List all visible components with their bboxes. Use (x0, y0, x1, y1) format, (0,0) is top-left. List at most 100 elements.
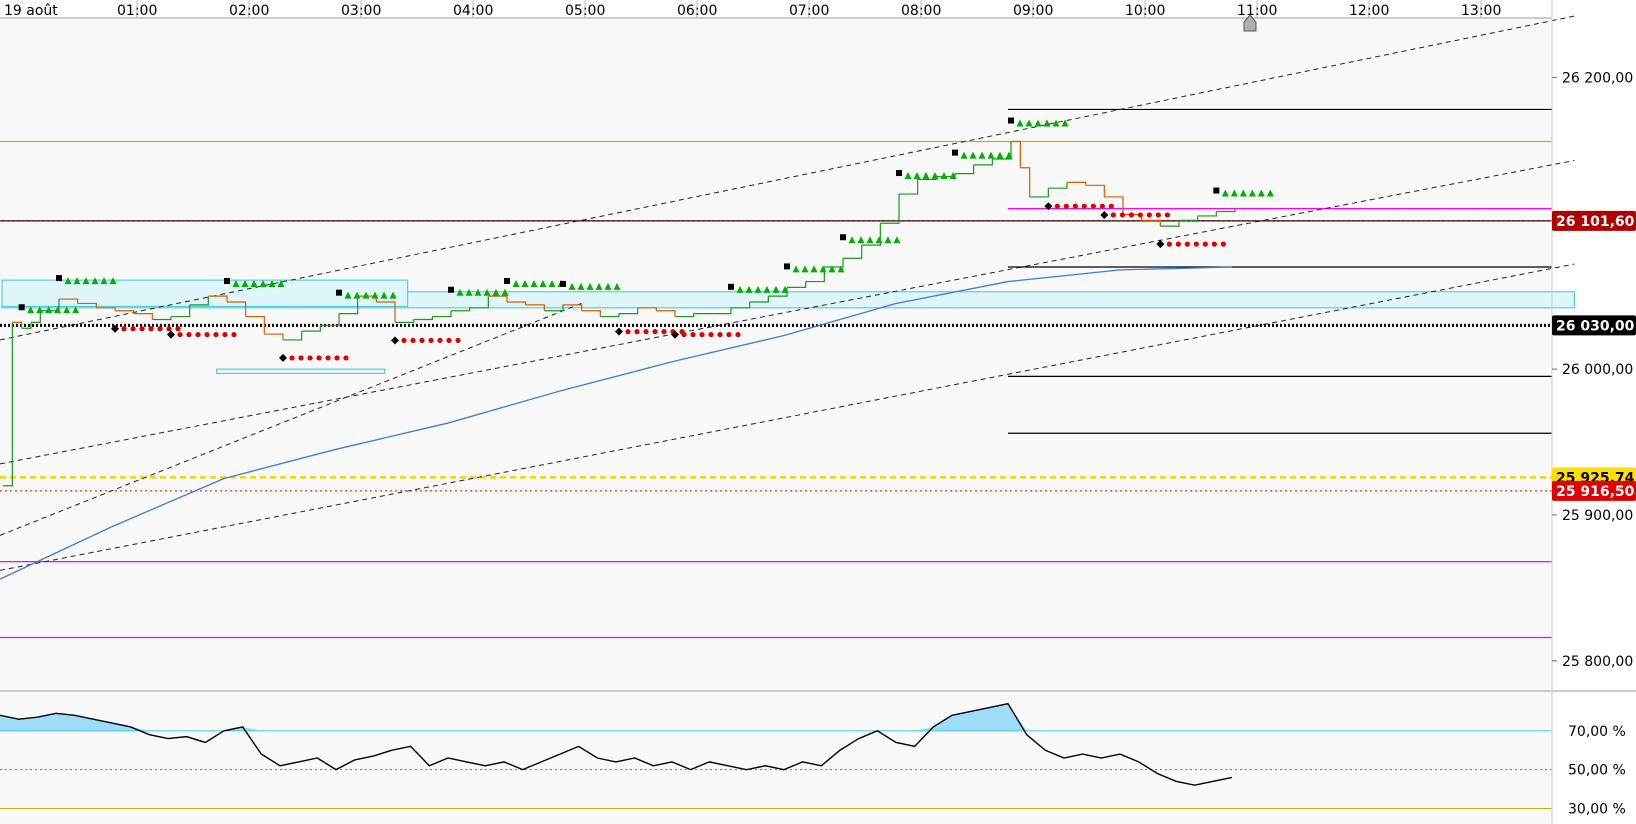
signal-square-53 (952, 149, 958, 156)
signal-down-dot (1155, 212, 1161, 218)
signal-down-dot (148, 326, 154, 332)
time-tick-label-9: 10:00 (1125, 3, 1165, 19)
time-tick-label-12: 13:00 (1461, 3, 1501, 19)
signal-down-dot (1184, 241, 1190, 247)
time-tick-label-5: 06:00 (677, 3, 717, 19)
signal-down-dot (343, 355, 349, 361)
signal-down-dot (446, 337, 452, 344)
signal-down-dot (1137, 212, 1143, 218)
signal-down-dot (419, 337, 425, 344)
signal-down-dot (334, 355, 340, 361)
time-tick-label-7: 08:00 (901, 3, 941, 19)
date-label: 19 août (4, 3, 58, 19)
signal-down-dot (1119, 212, 1125, 218)
signal-down-dot (1175, 241, 1181, 247)
signal-down-dot (625, 329, 631, 335)
signal-square-2 (18, 304, 25, 311)
price-tick-label-1: 26 000,00 (1562, 362, 1633, 378)
signal-down-dot (437, 337, 443, 344)
signal-down-dot (1220, 241, 1226, 247)
signal-down-dot (1054, 203, 1060, 209)
oscillator-tick-label-0: 70,00 % (1568, 724, 1626, 740)
signal-down-dot (298, 355, 304, 361)
signal-down-dot (717, 331, 723, 338)
signal-down-dot (1211, 241, 1217, 247)
price-badge-label-1: 26 030,00 (1556, 318, 1635, 334)
signal-down-dot (735, 331, 741, 338)
signal-down-dot (1090, 203, 1096, 209)
signal-square-29 (504, 277, 510, 284)
signal-square-50 (896, 170, 902, 177)
price-tick-label-0: 26 200,00 (1562, 70, 1633, 86)
signal-down-dot (1072, 203, 1078, 209)
signal-down-dot (1164, 212, 1170, 218)
time-tick-label-11: 12:00 (1349, 3, 1389, 19)
time-tick-label-10: 11:00 (1237, 3, 1277, 19)
signal-down-dot (139, 326, 145, 332)
signal-down-dot (643, 329, 649, 335)
signal-down-dot (325, 355, 331, 361)
price-pane[interactable] (0, 15, 1636, 692)
time-tick-label-3: 04:00 (453, 3, 493, 19)
signal-down-dot (316, 355, 322, 361)
signal-down-dot (121, 326, 127, 332)
signal-square-26 (448, 286, 454, 293)
signal-down-dot (166, 326, 172, 332)
signal-down-dot (699, 331, 705, 338)
signal-down-dot (1193, 241, 1199, 247)
signal-square-47 (840, 234, 846, 241)
signal-down-dot (410, 337, 416, 344)
signal-square-32 (560, 280, 566, 287)
time-tick-label-6: 07:00 (789, 3, 829, 19)
signal-down-dot (177, 331, 183, 338)
signal-down-dot (204, 331, 210, 338)
signal-square-68 (1213, 187, 1220, 194)
signal-down-dot (1146, 212, 1152, 218)
price-tick-label-3: 25 800,00 (1562, 654, 1633, 670)
time-tick-label-1: 02:00 (229, 3, 269, 19)
signal-down-dot (157, 326, 163, 332)
signal-down-dot (1128, 212, 1134, 218)
signal-down-dot (428, 337, 434, 344)
time-tick-label-8: 09:00 (1013, 3, 1053, 19)
signal-down-dot (1099, 203, 1105, 209)
signal-down-dot (289, 355, 295, 361)
time-tick-label-4: 05:00 (565, 3, 605, 19)
time-tick-label-2: 03:00 (341, 3, 381, 19)
signal-down-dot (1110, 212, 1116, 218)
oscillator-tick-label-2: 30,00 % (1568, 801, 1626, 817)
signal-down-dot (708, 331, 714, 338)
signal-square-20 (336, 289, 342, 296)
zone-1 (1, 279, 409, 307)
signal-down-dot (130, 326, 136, 332)
signal-down-dot (186, 331, 192, 338)
signal-down-dot (726, 331, 732, 338)
signal-down-dot (307, 355, 313, 361)
price-tick-label-2: 25 900,00 (1562, 508, 1633, 524)
signal-down-dot (175, 326, 181, 332)
signal-down-dot (652, 329, 658, 335)
signal-square-56 (1008, 117, 1014, 124)
signal-down-dot (681, 331, 687, 338)
signal-down-dot (455, 337, 461, 344)
signal-down-dot (1166, 241, 1172, 247)
oscillator-pane[interactable] (0, 692, 1552, 824)
signal-down-dot (1063, 203, 1069, 209)
zone-2 (216, 368, 386, 374)
price-badge-label-3: 25 916,50 (1556, 484, 1635, 500)
signal-down-dot (222, 331, 228, 338)
price-pane-background (0, 19, 1552, 690)
signal-down-dot (690, 331, 696, 338)
oscillator-tick-label-1: 50,00 % (1568, 763, 1626, 779)
signal-down-dot (195, 331, 201, 338)
signal-square-14 (224, 277, 230, 284)
signal-down-dot (1202, 241, 1208, 247)
signal-square-5 (56, 275, 62, 282)
signal-down-dot (661, 329, 667, 335)
oscillator-pane-background (0, 692, 1552, 824)
price-badge-label-0: 26 101,60 (1556, 214, 1635, 230)
trading-chart[interactable]: 19 août 01:00 02:00 03:00 04:00 05:00 06:00 07… (0, 0, 1636, 824)
signal-square-44 (784, 263, 790, 270)
signal-down-dot (1081, 203, 1087, 209)
signal-square-41 (728, 283, 734, 290)
